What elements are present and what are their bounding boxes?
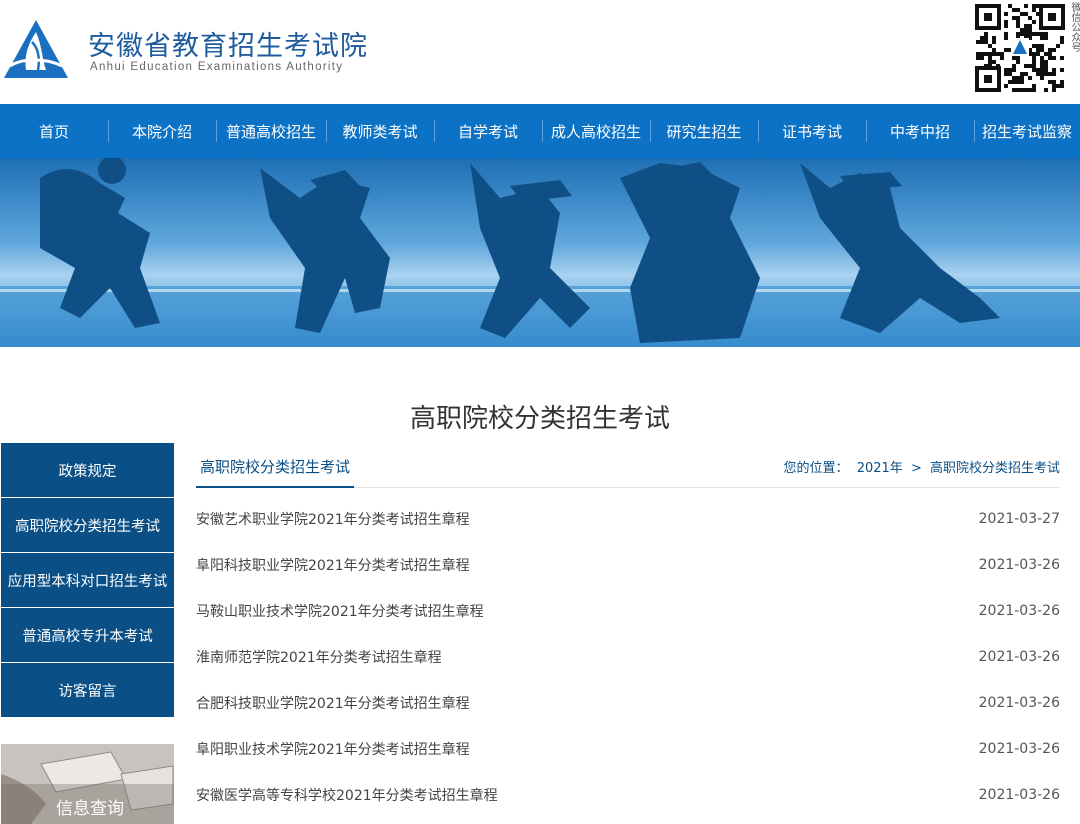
list-item[interactable]: 阜阳职业技术学院2021年分类考试招生章程 2021-03-26 [196, 726, 1060, 772]
article-title[interactable]: 安徽艺术职业学院2021年分类考试招生章程 [196, 509, 470, 529]
article-title[interactable]: 阜阳职业技术学院2021年分类考试招生章程 [196, 739, 470, 759]
site-subtitle: Anhui Education Examinations Authority [90, 61, 344, 73]
breadcrumb: 您的位置： 2021年 > 高职院校分类招生考试 [780, 457, 1060, 476]
list-item[interactable]: 合肥科技职业学院2021年分类考试招生章程 2021-03-26 [196, 680, 1060, 726]
article-date: 2021-03-26 [978, 603, 1060, 619]
graduates-banner-image [0, 158, 1080, 347]
list-item[interactable]: 安徽艺术职业学院2021年分类考试招生章程 2021-03-27 [196, 496, 1060, 542]
nav-about[interactable]: 本院介绍 [108, 104, 216, 158]
article-list: 安徽艺术职业学院2021年分类考试招生章程 2021-03-27 阜阳科技职业学… [196, 496, 1060, 818]
hero-banner [0, 158, 1080, 347]
site-header: 安徽省教育招生考试院 Anhui Education Examinations … [0, 0, 1080, 104]
list-item[interactable]: 淮南师范学院2021年分类考试招生章程 2021-03-26 [196, 634, 1060, 680]
nav-certificate-exam[interactable]: 证书考试 [758, 104, 866, 158]
nav-graduate-admission[interactable]: 研究生招生 [650, 104, 758, 158]
article-title[interactable]: 合肥科技职业学院2021年分类考试招生章程 [196, 693, 470, 713]
qr-label: 微信公众号 [1069, 2, 1080, 52]
article-title[interactable]: 安徽医学高等专科学校2021年分类考试招生章程 [196, 785, 498, 805]
nav-home[interactable]: 首页 [0, 104, 108, 158]
content-tab-bar: 高职院校分类招生考试 您的位置： 2021年 > 高职院校分类招生考试 [196, 444, 1060, 488]
main-nav: 首页 本院介绍 普通高校招生 教师类考试 自学考试 成人高校招生 研究生招生 证… [0, 104, 1080, 158]
article-date: 2021-03-26 [978, 649, 1060, 665]
info-query-card[interactable]: 信息查询 [1, 744, 174, 824]
nav-college-admission[interactable]: 普通高校招生 [216, 104, 326, 158]
sidebar-item-vocational-exam[interactable]: 高职院校分类招生考试 [1, 498, 174, 552]
article-title[interactable]: 马鞍山职业技术学院2021年分类考试招生章程 [196, 601, 484, 621]
article-date: 2021-03-26 [978, 557, 1060, 573]
breadcrumb-current[interactable]: 高职院校分类招生考试 [930, 461, 1060, 476]
site-title[interactable]: 安徽省教育招生考试院 [88, 24, 368, 63]
nav-teacher-exam[interactable]: 教师类考试 [326, 104, 434, 158]
sidebar-item-upgrade-exam[interactable]: 普通高校专升本考试 [1, 608, 174, 662]
breadcrumb-separator: > [910, 461, 922, 476]
breadcrumb-prefix: 您的位置： [783, 461, 849, 476]
article-date: 2021-03-26 [978, 695, 1060, 711]
nav-adult-admission[interactable]: 成人高校招生 [542, 104, 650, 158]
qr-code-icon [975, 4, 1065, 92]
page-title: 高职院校分类招生考试 [409, 404, 670, 434]
article-date: 2021-03-26 [978, 741, 1060, 757]
sidebar-item-guestbook[interactable]: 访客留言 [1, 663, 174, 717]
article-title[interactable]: 淮南师范学院2021年分类考试招生章程 [196, 647, 442, 667]
nav-exam-supervision[interactable]: 招生考试监察 [974, 104, 1080, 158]
list-item[interactable]: 阜阳科技职业学院2021年分类考试招生章程 2021-03-26 [196, 542, 1060, 588]
list-item[interactable]: 马鞍山职业技术学院2021年分类考试招生章程 2021-03-26 [196, 588, 1060, 634]
breadcrumb-year[interactable]: 2021年 [857, 461, 903, 476]
tab-vocational-exam[interactable]: 高职院校分类招生考试 [196, 444, 355, 488]
nav-self-study-exam[interactable]: 自学考试 [434, 104, 542, 158]
info-query-label: 信息查询 [56, 799, 124, 819]
sidebar-menu: 政策规定 高职院校分类招生考试 应用型本科对口招生考试 普通高校专升本考试 访客… [1, 443, 174, 718]
nav-high-school-admission[interactable]: 中考中招 [866, 104, 974, 158]
list-item[interactable]: 安徽医学高等专科学校2021年分类考试招生章程 2021-03-26 [196, 772, 1060, 818]
sidebar-item-applied-undergrad[interactable]: 应用型本科对口招生考试 [1, 553, 174, 607]
sidebar-item-policy[interactable]: 政策规定 [1, 443, 174, 497]
article-title[interactable]: 阜阳科技职业学院2021年分类考试招生章程 [196, 555, 470, 575]
logo-icon[interactable] [2, 18, 70, 80]
article-date: 2021-03-26 [978, 787, 1060, 803]
article-date: 2021-03-27 [978, 511, 1060, 527]
